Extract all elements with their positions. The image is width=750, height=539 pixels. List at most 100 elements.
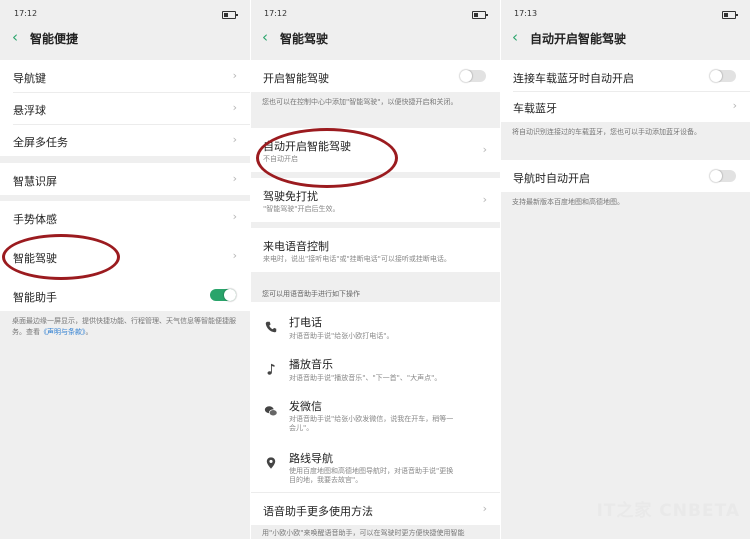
settings-item-label: 语音助手更多使用方法 xyxy=(263,505,373,518)
status-bar: 17:12 xyxy=(0,0,250,26)
settings-item-smart-assistant[interactable]: 智能助手 xyxy=(0,279,250,311)
settings-group-enable: 开启智能驾驶 xyxy=(250,60,500,92)
settings-group-5: 智能助手 xyxy=(0,279,250,311)
back-arrow-icon[interactable]: ‹ xyxy=(262,27,268,47)
toggle-knob xyxy=(224,289,236,301)
settings-group-2: 智慧识屏 › xyxy=(0,163,250,195)
chevron-right-icon: › xyxy=(232,69,237,82)
settings-item-car-bluetooth[interactable]: 车载蓝牙 › xyxy=(500,91,750,122)
settings-panel-smart-convenience: 17:12 ‹ 智能便捷 导航键 › 悬浮球 › 全屏多任务 › 智慧识屏 › … xyxy=(0,0,250,539)
voice-op-description: 对语音助手说"给张小欧打电话"。 xyxy=(289,332,394,340)
settings-item-description: 来电时，说出"接听电话"或"挂断电话"可以接听或挂断电话。 xyxy=(263,255,451,263)
chevron-right-icon: › xyxy=(732,99,737,112)
settings-group-1: 导航键 › 悬浮球 › 全屏多任务 › xyxy=(0,60,250,156)
enable-note: 您也可以在控制中心中添加"智能驾驶"，以便快捷开启和关闭。 xyxy=(262,98,458,106)
back-arrow-icon[interactable]: ‹ xyxy=(512,27,518,47)
nav-auto-start-toggle[interactable] xyxy=(710,170,736,182)
chevron-right-icon: › xyxy=(482,193,487,206)
chevron-right-icon: › xyxy=(232,101,237,114)
settings-group-more: 语音助手更多使用方法 › xyxy=(250,493,500,525)
bluetooth-note: 将自动识别连接过的车载蓝牙，您也可以手动添加蓝牙设备。 xyxy=(512,128,701,136)
panel-divider xyxy=(250,0,251,539)
chevron-right-icon: › xyxy=(232,172,237,185)
settings-item-label: 智慧识屏 xyxy=(13,175,57,188)
settings-item-label: 智能助手 xyxy=(13,291,57,304)
settings-item-floating-ball[interactable]: 悬浮球 › xyxy=(0,92,250,124)
voice-op-call: 打电话 对语音助手说"给张小欧打电话"。 xyxy=(250,312,500,348)
status-time: 17:12 xyxy=(264,9,288,18)
settings-group-bluetooth: 连接车载蓝牙时自动开启 车载蓝牙 › xyxy=(500,60,750,122)
settings-item-label: 手势体感 xyxy=(13,213,57,226)
smart-assistant-toggle[interactable] xyxy=(210,289,236,301)
settings-item-label: 导航键 xyxy=(13,72,46,85)
chevron-right-icon: › xyxy=(482,143,487,156)
settings-item-bt-auto-start[interactable]: 连接车载蓝牙时自动开启 xyxy=(500,60,750,91)
annotation-circle xyxy=(256,128,398,188)
toggle-knob xyxy=(460,70,472,82)
note-end: 。 xyxy=(85,328,93,336)
status-time: 17:12 xyxy=(14,9,38,18)
voice-op-wechat: 发微信 对语音助手说"给张小欧发微信，说我在开车，稍等一 会儿"。 xyxy=(250,396,500,436)
chevron-right-icon: › xyxy=(232,133,237,146)
page-title: 智能便捷 xyxy=(30,32,79,46)
status-time: 17:13 xyxy=(514,9,538,18)
settings-panel-auto-start-driving: 17:13 ‹ 自动开启智能驾驶 连接车载蓝牙时自动开启 车载蓝牙 › 将自动识… xyxy=(500,0,750,539)
section-header: 您可以用语音助手进行如下操作 xyxy=(262,290,360,298)
toggle-knob xyxy=(710,170,722,182)
annotation-circle xyxy=(2,234,120,280)
phone-icon xyxy=(265,321,277,333)
smart-assistant-note: 桌面最边缘一屏显示，提供快捷功能、行程管理、天气信息等智能便捷服务。查看《声明与… xyxy=(12,316,240,338)
settings-group-dnd: 驾驶免打扰 "智能驾驶"开启后生效。 › xyxy=(250,178,500,222)
page-title: 智能驾驶 xyxy=(280,32,329,46)
settings-item-label: 连接车载蓝牙时自动开启 xyxy=(513,72,634,85)
settings-item-call-voice-control[interactable]: 来电语音控制 来电时，说出"接听电话"或"挂断电话"可以接听或挂断电话。 xyxy=(250,228,500,272)
settings-item-fullscreen-multitask[interactable]: 全屏多任务 › xyxy=(0,124,250,156)
settings-item-label: 驾驶免打扰 xyxy=(263,190,318,203)
battery-icon xyxy=(222,11,238,19)
voice-op-navigation: 路线导航 使用百度地图和高德地图导航时，对语音助手说"更换 目的地，我要去故宫"… xyxy=(250,448,500,488)
bt-auto-start-toggle[interactable] xyxy=(710,70,736,82)
settings-item-smart-screen-recognition[interactable]: 智慧识屏 › xyxy=(0,163,250,195)
voice-op-description-cont: 目的地，我要去故宫"。 xyxy=(289,476,363,484)
status-bar: 17:12 xyxy=(250,0,500,26)
panel-divider xyxy=(500,0,501,539)
settings-item-label: 来电语音控制 xyxy=(263,240,329,253)
status-bar: 17:13 xyxy=(500,0,750,26)
terms-link[interactable]: 《声明与条款》 xyxy=(40,328,86,336)
toggle-knob xyxy=(710,70,722,82)
voice-op-description: 对语音助手说"给张小欧发微信，说我在开车，稍等一 xyxy=(289,415,454,423)
settings-item-description: "智能驾驶"开启后生效。 xyxy=(263,205,340,213)
voice-op-label: 打电话 xyxy=(289,316,322,329)
settings-item-label: 开启智能驾驶 xyxy=(263,72,329,85)
voice-op-label: 播放音乐 xyxy=(289,358,333,371)
navigation-note: 支持最新版本百度地图和高德地图。 xyxy=(512,198,624,206)
settings-item-label: 车载蓝牙 xyxy=(513,102,557,115)
music-note-icon xyxy=(267,363,275,375)
settings-item-nav-auto-start[interactable]: 导航时自动开启 xyxy=(500,160,750,192)
voice-op-description: 对语音助手说"播放音乐"、"下一首"、"大声点"。 xyxy=(289,374,442,382)
battery-icon xyxy=(722,11,738,19)
voice-op-label: 路线导航 xyxy=(289,452,333,465)
back-arrow-icon[interactable]: ‹ xyxy=(12,27,18,47)
enable-smart-driving-toggle[interactable] xyxy=(460,70,486,82)
voice-op-music: 播放音乐 对语音助手说"播放音乐"、"下一首"、"大声点"。 xyxy=(250,354,500,390)
bottom-note: 用"小欧小欧"来唤醒语音助手，可以在驾驶时更方便快捷使用智能 xyxy=(262,529,465,537)
settings-item-enable-smart-driving[interactable]: 开启智能驾驶 xyxy=(250,60,500,92)
chevron-right-icon: › xyxy=(232,249,237,262)
page-title: 自动开启智能驾驶 xyxy=(530,32,627,46)
page-header: ‹ 智能驾驶 xyxy=(250,26,500,50)
chevron-right-icon: › xyxy=(482,502,487,515)
settings-item-label: 悬浮球 xyxy=(13,104,46,117)
settings-item-gesture[interactable]: 手势体感 › xyxy=(0,201,250,233)
settings-group-call: 来电语音控制 来电时，说出"接听电话"或"挂断电话"可以接听或挂断电话。 xyxy=(250,228,500,272)
page-header: ‹ 智能便捷 xyxy=(0,26,250,50)
settings-item-label: 全屏多任务 xyxy=(13,136,68,149)
settings-item-driving-dnd[interactable]: 驾驶免打扰 "智能驾驶"开启后生效。 › xyxy=(250,178,500,222)
settings-item-nav-key[interactable]: 导航键 › xyxy=(0,60,250,92)
voice-op-label: 发微信 xyxy=(289,400,322,413)
wechat-icon xyxy=(264,406,278,417)
chevron-right-icon: › xyxy=(232,210,237,223)
settings-item-more-methods[interactable]: 语音助手更多使用方法 › xyxy=(250,493,500,525)
settings-item-label: 导航时自动开启 xyxy=(513,172,590,185)
settings-panel-smart-driving: 17:12 ‹ 智能驾驶 开启智能驾驶 您也可以在控制中心中添加"智能驾驶"，以… xyxy=(250,0,500,539)
